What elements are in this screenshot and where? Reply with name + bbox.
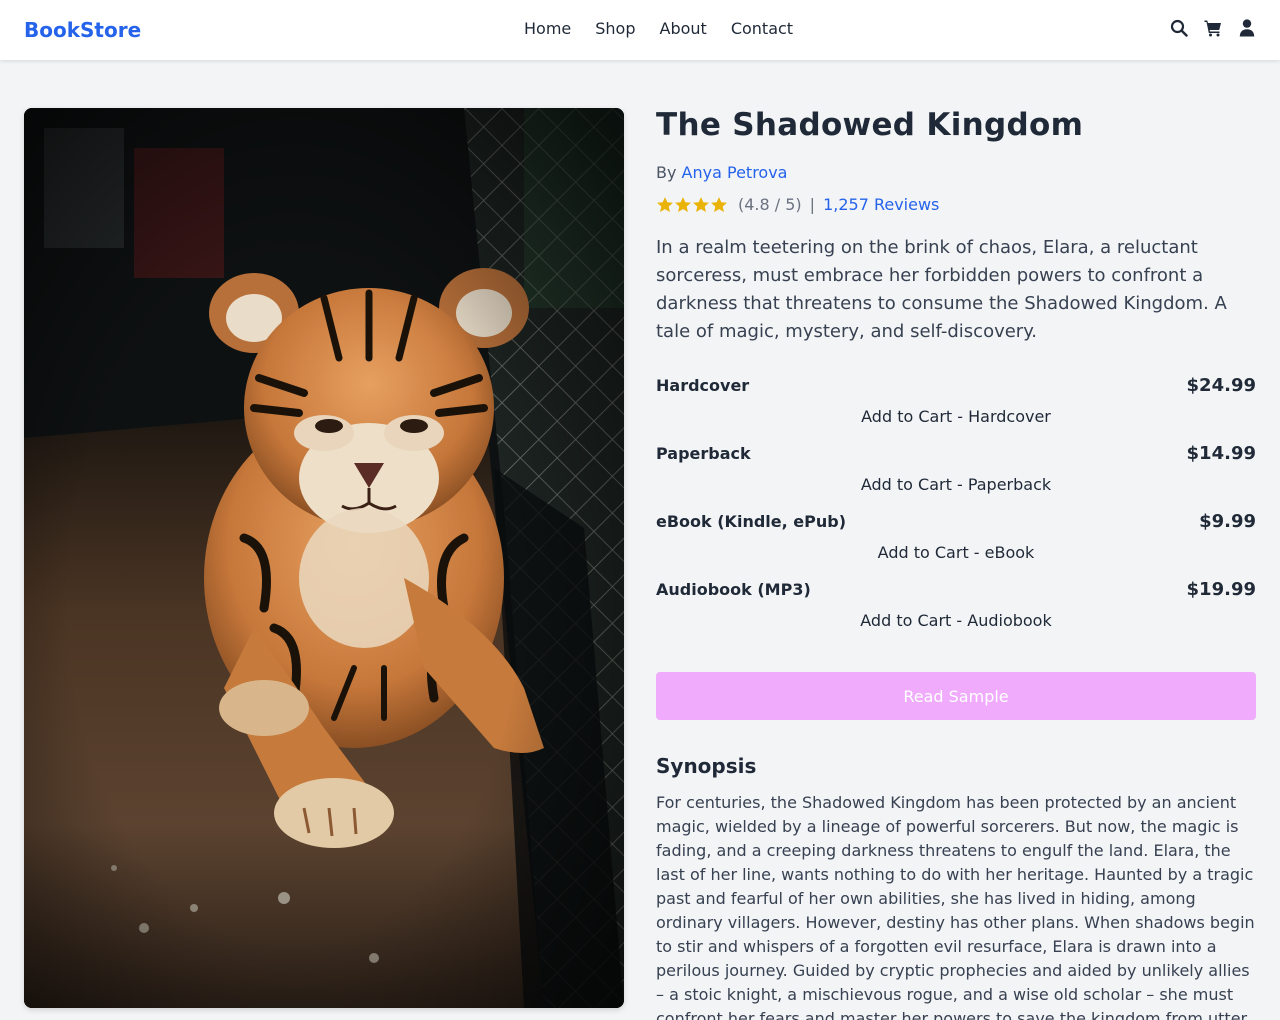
format-name: eBook (Kindle, ePub) [656,511,846,531]
format-name: Paperback [656,443,751,463]
book-details: The Shadowed Kingdom By Anya Petrova (4.… [656,104,1256,645]
book-cover-image [24,108,624,1008]
nav-shop[interactable]: Shop [595,19,635,39]
format-row-hardcover: Hardcover $24.99 [656,373,1256,397]
format-row-audiobook: Audiobook (MP3) $19.99 [656,577,1256,601]
star-icon [693,197,709,213]
by-label: By [656,163,677,182]
user-icon[interactable] [1238,18,1256,38]
rating-score: (4.8 / 5) [738,195,802,214]
format-row-ebook: eBook (Kindle, ePub) $9.99 [656,509,1256,533]
format-price: $9.99 [1199,510,1256,532]
format-name: Audiobook (MP3) [656,579,811,599]
tiger-cub-illustration [24,108,624,1008]
site-logo[interactable]: BookStore [24,17,141,43]
format-row-paperback: Paperback $14.99 [656,441,1256,465]
book-description: In a realm teetering on the brink of cha… [656,237,1227,342]
main-nav: Home Shop About Contact [524,19,793,39]
reviews-link[interactable]: 1,257 Reviews [823,193,939,217]
add-to-cart-audiobook-button[interactable]: Add to Cart - Audiobook [656,611,1256,631]
book-byline: By Anya Petrova [656,161,1256,185]
header-actions [1170,18,1256,38]
format-price: $19.99 [1186,578,1256,600]
rating-row: (4.8 / 5) | 1,257 Reviews [656,193,1256,217]
add-to-cart-paperback-button[interactable]: Add to Cart - Paperback [656,475,1256,495]
nav-home[interactable]: Home [524,19,571,39]
add-to-cart-hardcover-button[interactable]: Add to Cart - Hardcover [656,407,1256,427]
nav-about[interactable]: About [660,19,707,39]
synopsis-heading: Synopsis [656,754,757,778]
book-title: The Shadowed Kingdom [656,107,1084,143]
rating-separator: | [809,195,816,214]
author-link[interactable]: Anya Petrova [682,163,788,182]
star-icon [675,197,691,213]
format-price: $24.99 [1186,374,1256,396]
search-icon[interactable] [1170,18,1188,38]
rating-stars [656,196,728,214]
read-sample-button[interactable]: Read Sample [656,672,1256,720]
add-to-cart-ebook-button[interactable]: Add to Cart - eBook [656,543,1256,563]
star-icon [657,197,673,213]
synopsis-text: For centuries, the Shadowed Kingdom has … [656,793,1255,1020]
format-name: Hardcover [656,375,750,395]
star-icon [711,197,727,213]
site-header: BookStore Home Shop About Contact [0,0,1280,60]
nav-contact[interactable]: Contact [731,19,793,39]
cart-icon[interactable] [1204,18,1222,38]
format-list: Hardcover $24.99 Add to Cart - Hardcover… [656,373,1256,631]
format-price: $14.99 [1186,442,1256,464]
